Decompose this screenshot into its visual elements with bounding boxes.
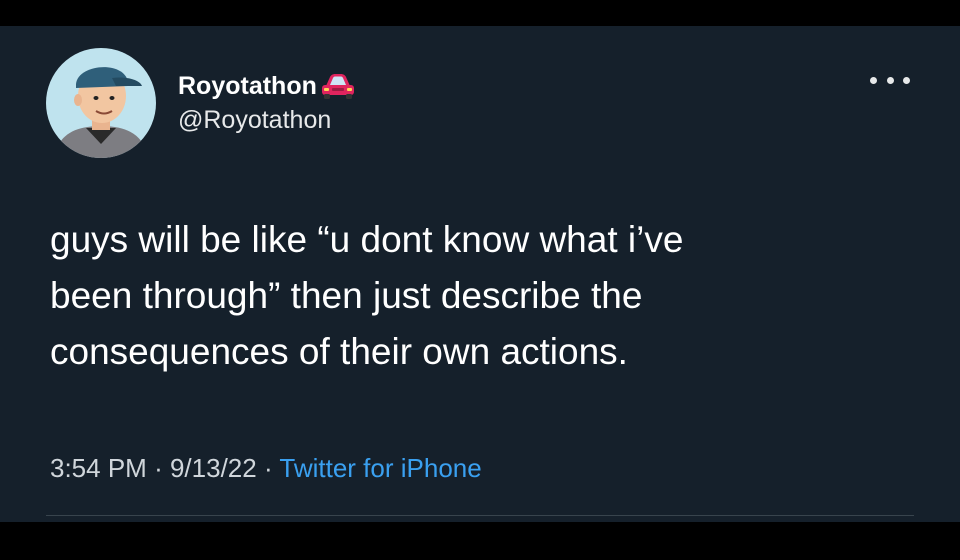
tweet-meta: 3:54 PM · 9/13/22 · Twitter for iPhone [50, 451, 482, 485]
tweet-time[interactable]: 3:54 PM [50, 453, 147, 483]
more-options-icon[interactable] [870, 72, 910, 88]
red-car-icon [320, 72, 356, 100]
tweet-card: Royotathon @Royotathon guys will be like… [0, 26, 960, 522]
author-names: Royotathon @Royotathon [178, 70, 356, 136]
author-handle[interactable]: @Royotathon [178, 104, 356, 136]
tweet-text: guys will be like “u dont know what i’ve… [50, 212, 890, 380]
tweet-source-link[interactable]: Twitter for iPhone [279, 453, 481, 483]
meta-separator: · [154, 453, 163, 483]
tweet-text-line: consequences of their own actions. [50, 331, 628, 372]
divider [46, 515, 914, 516]
more-dot [870, 76, 877, 84]
display-name-row: Royotathon [178, 70, 356, 102]
cartoon-avatar-icon [46, 48, 156, 158]
more-dot [886, 76, 894, 84]
display-name[interactable]: Royotathon [178, 70, 317, 102]
more-dot [903, 76, 910, 84]
tweet-date[interactable]: 9/13/22 [170, 453, 257, 483]
avatar[interactable] [46, 48, 156, 158]
tweet-text-line: been through” then just describe the [50, 275, 643, 316]
tweet-text-line: guys will be like “u dont know what i’ve [50, 219, 684, 260]
meta-separator: · [263, 453, 273, 483]
tweet-header: Royotathon @Royotathon [46, 48, 356, 158]
